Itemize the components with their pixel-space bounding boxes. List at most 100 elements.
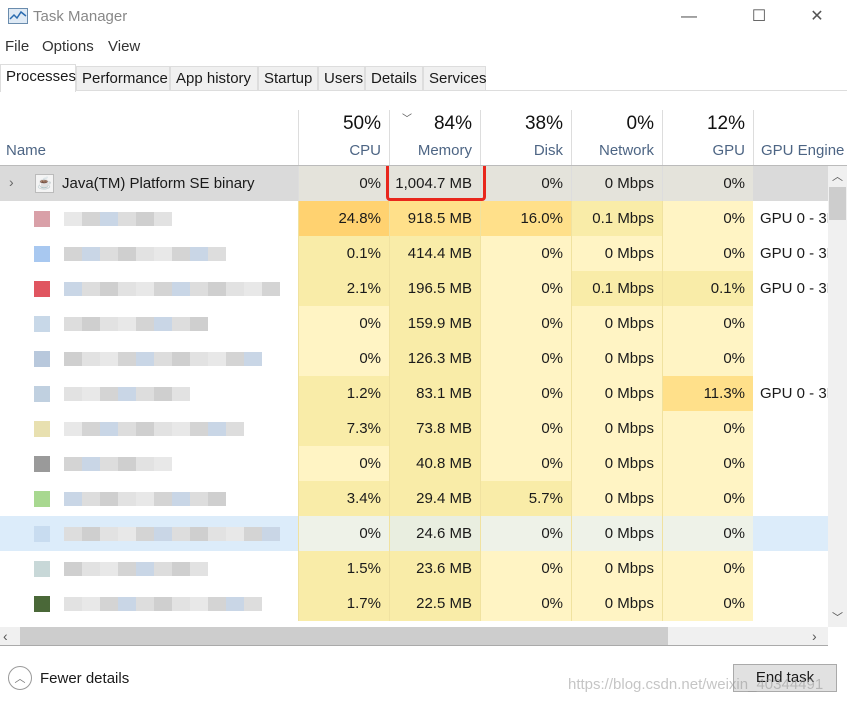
disk-cell: 0% <box>480 236 571 271</box>
disk-cell: 0% <box>480 446 571 481</box>
tab-startup[interactable]: Startup <box>258 66 318 91</box>
cpu-cell: 24.8% <box>298 201 389 236</box>
blurred-name-block <box>136 247 154 261</box>
process-name-cell-blurred <box>0 481 298 516</box>
process-row[interactable]: 1.5% 23.6 MB 0% 0 Mbps 0% <box>0 551 828 586</box>
blurred-name-block <box>64 562 82 576</box>
blurred-name-block <box>100 597 118 611</box>
process-icon <box>34 211 50 227</box>
disk-cell: 0% <box>480 516 571 551</box>
menu-view[interactable]: View <box>108 38 140 55</box>
disk-cell: 5.7% <box>480 481 571 516</box>
maximize-button[interactable]: ☐ <box>736 4 782 30</box>
task-manager-icon <box>8 8 28 24</box>
blurred-name-block <box>136 422 154 436</box>
blurred-name-block <box>226 352 244 366</box>
gpu-cell: 0% <box>662 306 753 341</box>
gpu-engine-cell <box>753 166 828 201</box>
blurred-name-block <box>82 597 100 611</box>
minimize-button[interactable]: — <box>666 4 712 30</box>
vertical-scroll-thumb[interactable] <box>829 187 846 220</box>
process-row[interactable]: 7.3% 73.8 MB 0% 0 Mbps 0% <box>0 411 828 446</box>
vertical-scrollbar[interactable]: ︿ ﹀ <box>828 166 847 627</box>
tab-details[interactable]: Details <box>365 66 423 91</box>
process-icon <box>34 351 50 367</box>
process-row[interactable]: 3.4% 29.4 MB 5.7% 0 Mbps 0% <box>0 481 828 516</box>
blurred-name-block <box>154 422 172 436</box>
blurred-name-block <box>190 527 208 541</box>
process-row[interactable]: 1.7% 22.5 MB 0% 0 Mbps 0% <box>0 586 828 621</box>
process-icon <box>34 421 50 437</box>
process-row[interactable]: 0.1%414.4 MB0%0 Mbps0%GPU 0 - 3D <box>0 236 828 271</box>
blurred-name-block <box>82 352 100 366</box>
process-row[interactable]: 2.1%196.5 MB0%0.1 Mbps0.1% GPU 0 - 3D <box>0 271 828 306</box>
process-row[interactable]: 0% 40.8 MB 0% 0 Mbps 0% <box>0 446 828 481</box>
blurred-name-block <box>154 352 172 366</box>
process-row-java[interactable]: › ☕ Java(TM) Platform SE binary 0% 1,004… <box>0 166 828 201</box>
process-row[interactable]: 0% 126.3 MB 0% 0 Mbps 0% <box>0 341 828 376</box>
cpu-cell: 1.7% <box>298 586 389 621</box>
blurred-name-block <box>136 492 154 506</box>
memory-cell: 29.4 MB <box>389 481 480 516</box>
process-name-cell-blurred <box>0 411 298 446</box>
cpu-label: CPU <box>349 142 381 159</box>
blurred-name-block <box>190 247 208 261</box>
column-header: Name 50% CPU ﹀ 84% Memory 38% Disk 0% Network… <box>0 110 847 166</box>
disk-cell: 0% <box>480 586 571 621</box>
blurred-name-block <box>118 387 136 401</box>
blurred-name-block <box>154 247 172 261</box>
menu-file[interactable]: File <box>5 38 29 55</box>
blurred-name-block <box>208 597 226 611</box>
column-gpu[interactable]: 12% GPU <box>662 110 753 165</box>
blurred-name-block <box>172 352 190 366</box>
tab-app-history[interactable]: App history <box>170 66 258 91</box>
column-gpu-engine[interactable]: GPU Engine <box>753 110 847 165</box>
column-network[interactable]: 0% Network <box>571 110 662 165</box>
expand-chevron-icon[interactable]: › <box>9 174 14 190</box>
process-row[interactable]: 1.2%83.1 MB0%0 Mbps11.3% GPU 0 - 3D <box>0 376 828 411</box>
process-icon <box>34 561 50 577</box>
blurred-name-block <box>64 387 82 401</box>
blurred-name-block <box>172 317 190 331</box>
process-name-cell-blurred <box>0 271 298 306</box>
scroll-up-icon[interactable]: ︿ <box>828 168 847 184</box>
column-cpu[interactable]: 50% CPU <box>298 110 389 165</box>
blurred-name-block <box>226 597 244 611</box>
memory-total: 84% <box>433 113 472 134</box>
blurred-name-block <box>118 492 136 506</box>
process-row[interactable]: 0% 159.9 MB 0% 0 Mbps 0% <box>0 306 828 341</box>
network-cell: 0 Mbps <box>571 236 662 271</box>
process-name-cell-blurred <box>0 236 298 271</box>
menu-options[interactable]: Options <box>42 38 94 55</box>
memory-cell: 159.9 MB <box>389 306 480 341</box>
blurred-name-block <box>136 457 154 471</box>
blurred-name-block <box>82 387 100 401</box>
process-row[interactable]: 0% 24.6 MB 0% 0 Mbps 0% <box>0 516 828 551</box>
blurred-name-block <box>208 352 226 366</box>
column-memory[interactable]: ﹀ 84% Memory <box>389 110 480 165</box>
network-cell: 0 Mbps <box>571 446 662 481</box>
horizontal-scroll-thumb[interactable] <box>20 627 668 645</box>
gpu-engine-cell <box>753 446 828 481</box>
gpu-cell: 0.1% <box>662 271 753 306</box>
tab-processes[interactable]: Processes <box>0 64 76 92</box>
scroll-right-icon[interactable]: › <box>812 628 817 644</box>
memory-cell: 23.6 MB <box>389 551 480 586</box>
column-disk[interactable]: 38% Disk <box>480 110 571 165</box>
process-row[interactable]: 24.8%918.5 MB16.0%0.1 Mbps0% GPU 0 - 3D <box>0 201 828 236</box>
gpu-engine-cell: GPU 0 - 3D <box>760 245 828 262</box>
scroll-down-icon[interactable]: ﹀ <box>828 609 847 625</box>
column-name[interactable]: Name <box>0 110 298 165</box>
blurred-name-block <box>82 317 100 331</box>
close-button[interactable]: ✕ <box>794 4 840 30</box>
blurred-name-block <box>172 387 190 401</box>
horizontal-scrollbar[interactable]: ‹ › <box>0 627 828 646</box>
network-cell: 0 Mbps <box>571 341 662 376</box>
memory-cell: 40.8 MB <box>389 446 480 481</box>
blurred-name-block <box>118 562 136 576</box>
tab-users[interactable]: Users <box>318 66 365 91</box>
tab-performance[interactable]: Performance <box>76 66 170 91</box>
blurred-name-block <box>154 457 172 471</box>
tab-services[interactable]: Services <box>423 66 487 91</box>
scroll-left-icon[interactable]: ‹ <box>3 628 8 644</box>
